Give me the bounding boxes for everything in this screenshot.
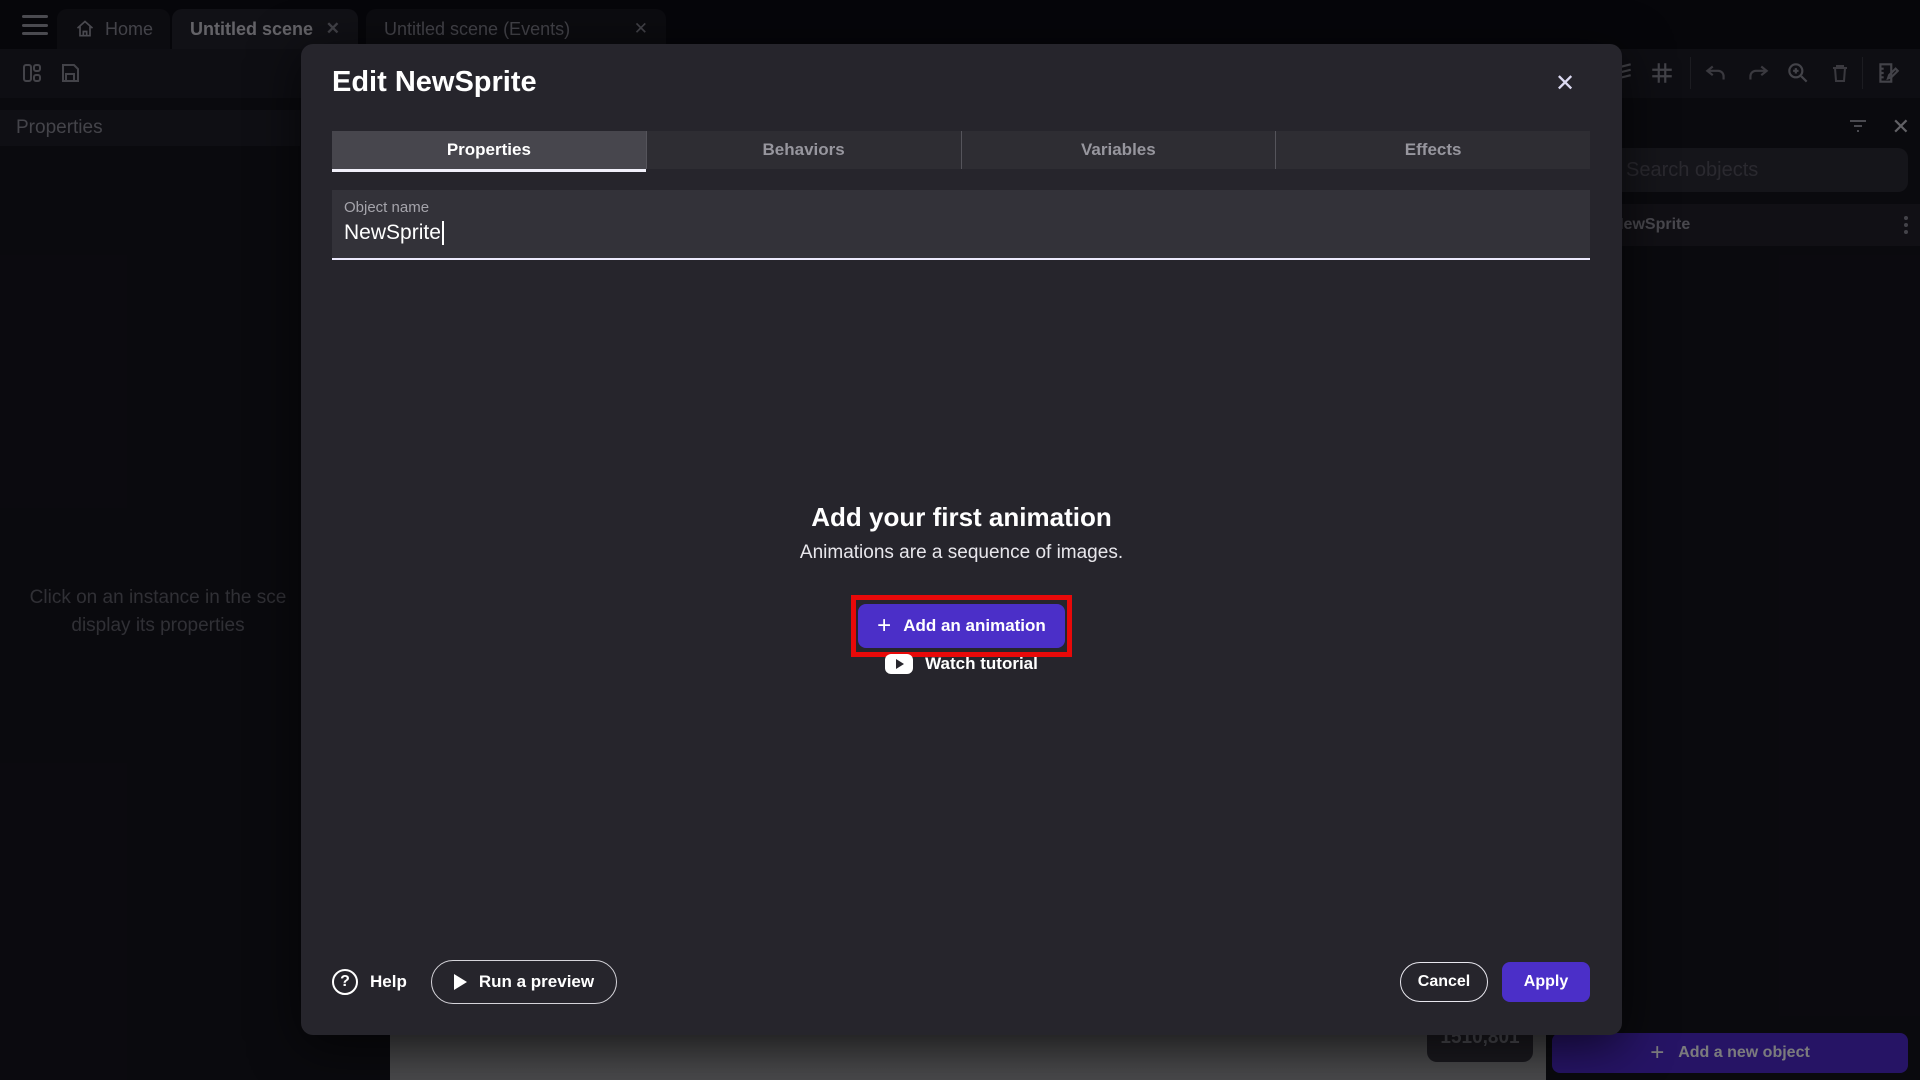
tab-behaviors[interactable]: Behaviors — [646, 131, 961, 169]
help-label: Help — [370, 972, 407, 992]
tab-properties[interactable]: Properties — [332, 131, 646, 169]
object-name-field[interactable]: Object name NewSprite — [332, 190, 1590, 260]
add-animation-label: Add an animation — [903, 616, 1046, 636]
object-name-field-label: Object name — [344, 199, 429, 216]
dialog-tabs: Properties Behaviors Variables Effects — [332, 131, 1590, 169]
tab-variables[interactable]: Variables — [961, 131, 1276, 169]
highlight-annotation-box: + Add an animation — [851, 595, 1072, 657]
edit-object-dialog: Edit NewSprite ✕ Properties Behaviors Va… — [301, 44, 1622, 1035]
app-window: Home Untitled scene ✕ Untitled scene (Ev… — [0, 0, 1920, 1080]
run-preview-label: Run a preview — [479, 972, 594, 992]
help-button[interactable]: ? Help — [332, 969, 407, 995]
dialog-footer: ? Help Run a preview Cancel Apply — [332, 960, 1590, 1004]
youtube-icon — [885, 654, 913, 674]
apply-label: Apply — [1524, 973, 1568, 991]
tab-effects[interactable]: Effects — [1275, 131, 1590, 169]
watch-tutorial-label: Watch tutorial — [925, 654, 1038, 674]
empty-state-subtitle: Animations are a sequence of images. — [301, 542, 1622, 564]
watch-tutorial-button[interactable]: Watch tutorial — [301, 654, 1622, 674]
object-name-field-value: NewSprite — [344, 221, 444, 245]
cancel-button[interactable]: Cancel — [1400, 962, 1488, 1002]
play-icon — [454, 974, 467, 990]
empty-state-title: Add your first animation — [301, 502, 1622, 533]
text-caret — [442, 221, 444, 245]
dialog-title: Edit NewSprite — [332, 66, 537, 99]
help-icon: ? — [332, 969, 358, 995]
apply-button[interactable]: Apply — [1502, 962, 1590, 1002]
add-animation-button[interactable]: + Add an animation — [858, 604, 1065, 648]
close-dialog-icon[interactable]: ✕ — [1550, 68, 1580, 98]
cancel-label: Cancel — [1418, 973, 1470, 991]
run-preview-button[interactable]: Run a preview — [431, 960, 617, 1004]
